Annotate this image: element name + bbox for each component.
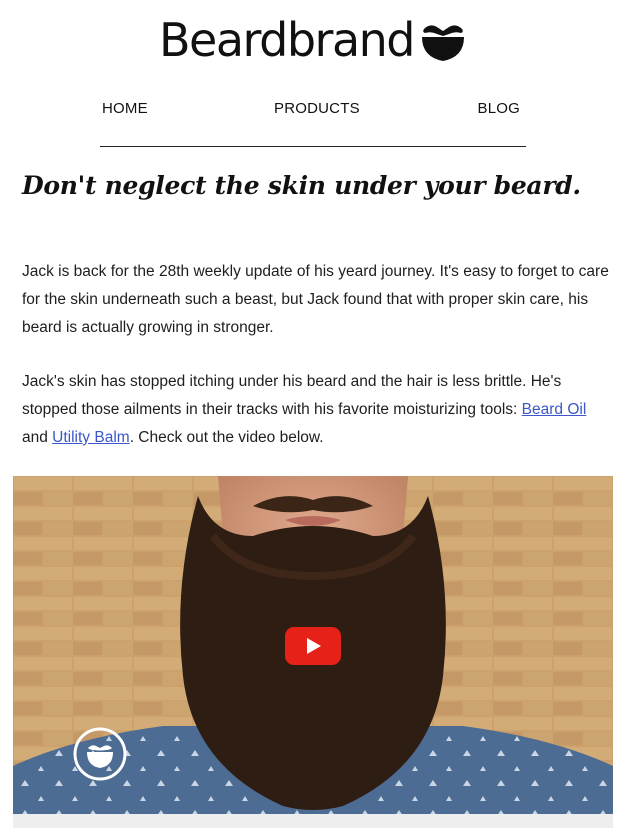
brand-name: Beardbrand	[158, 13, 416, 67]
video-footer-strip	[13, 814, 613, 828]
video-player[interactable]	[13, 476, 613, 814]
youtube-play-icon[interactable]	[285, 627, 341, 665]
beardbrand-badge-icon	[73, 727, 127, 781]
beard-oil-link[interactable]: Beard Oil	[522, 401, 587, 418]
paragraph-2-text-end: . Check out the video below.	[129, 429, 324, 446]
article-paragraph-1: Jack is back for the 28th weekly update …	[22, 263, 609, 336]
article-paragraph-2: Jack's skin has stopped itching under hi…	[22, 368, 612, 452]
brand-logo[interactable]: Beardbrand	[0, 10, 625, 70]
utility-balm-link[interactable]: Utility Balm	[52, 429, 130, 446]
nav-blog-link[interactable]: BLOG	[478, 100, 520, 117]
nav-products-link[interactable]: PRODUCTS	[274, 100, 360, 117]
beard-mustache-icon	[422, 25, 464, 61]
paragraph-2-text-start: Jack's skin has stopped itching under hi…	[22, 373, 562, 418]
article-headline: Don't neglect the skin under your beard.	[22, 171, 581, 200]
main-nav: HOME PRODUCTS BLOG	[100, 98, 526, 147]
nav-home-link[interactable]: HOME	[102, 100, 148, 117]
paragraph-2-text-middle: and	[22, 429, 53, 446]
